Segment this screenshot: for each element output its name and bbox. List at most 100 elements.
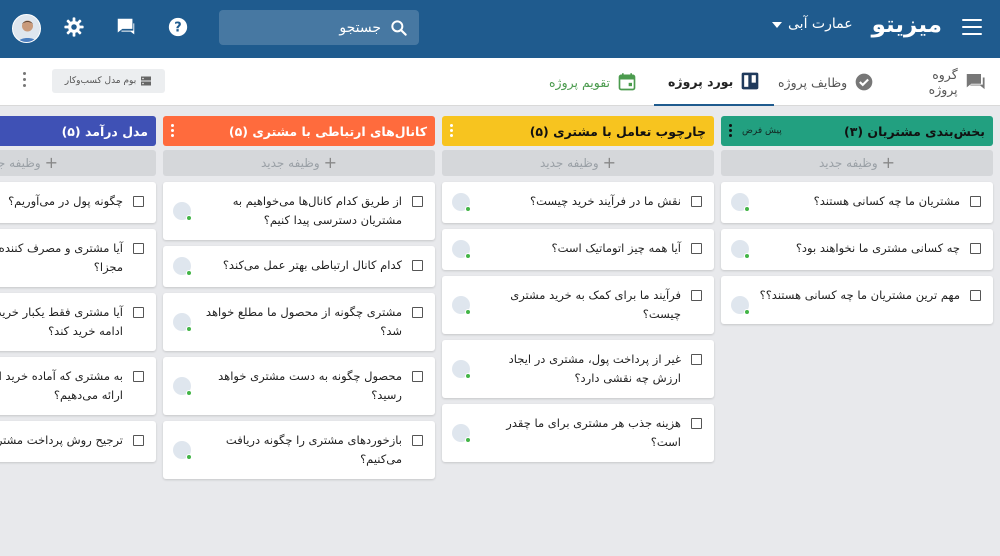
add-task-button[interactable]: +وظیفه جدید [442,150,714,176]
task-card[interactable]: هزینه جذب هر مشتری برای ما چقدر است؟ [442,404,714,462]
tab-label: بورد پروژه [668,73,734,89]
task-title: فرآیند ما برای کمک به خرید مشتری چیست؟ [510,288,681,321]
task-checkbox[interactable] [691,196,702,207]
column-header[interactable]: کانال‌های ارتباطی با مشتری (۵) [163,116,435,146]
plus-icon: + [44,153,59,172]
task-checkbox[interactable] [691,354,702,365]
task-checkbox[interactable] [970,290,981,301]
task-checkbox[interactable] [133,307,144,318]
column-menu-icon[interactable] [729,123,732,139]
column-menu-icon[interactable] [450,123,453,139]
task-card[interactable]: بازخوردهای مشتری را چگونه دریافت می‌کنیم… [163,421,435,479]
column-header[interactable]: بخش‌بندی مشتریان (۳) پیش فرض [721,116,993,146]
online-status-icon [465,309,471,315]
column-header[interactable]: مدل درآمد (۵) [0,116,156,146]
online-status-icon [465,206,471,212]
task-card[interactable]: آیا مشتری و مصرف کننده یکی هستند یا مجزا… [0,229,156,287]
search-box[interactable] [219,10,419,45]
assignee-avatar [452,193,471,212]
task-card[interactable]: کدام کانال ارتباطی بهتر عمل می‌کند؟ [163,246,435,287]
assignee-avatar [173,257,192,276]
task-card[interactable]: آیا همه چیز اتوماتیک است؟ [442,229,714,270]
add-task-button[interactable]: +وظیفه جدید [0,150,156,176]
online-status-icon [186,326,192,332]
task-card[interactable]: فرآیند ما برای کمک به خرید مشتری چیست؟ [442,276,714,334]
task-card[interactable]: آیا مشتری فقط یکبار خرید می‌کند یا در اد… [0,293,156,351]
calendar-icon [618,73,636,91]
plus-icon: + [602,153,617,172]
task-card[interactable]: ترجیح روش پرداخت مشتری [0,421,156,462]
assignee-avatar [452,296,471,315]
server-icon [141,76,152,86]
column-header[interactable]: چارچوب تعامل با مشتری (۵) [442,116,714,146]
help-icon[interactable]: ? [167,16,189,38]
add-task-label: وظیفه جدید [0,156,41,170]
task-checkbox[interactable] [133,435,144,446]
column-title: مدل درآمد (۵) [61,123,148,139]
task-checkbox[interactable] [412,196,423,207]
gear-icon[interactable] [63,16,85,38]
task-checkbox[interactable] [412,371,423,382]
task-checkbox[interactable] [133,371,144,382]
task-card[interactable]: مشتریان ما چه کسانی هستند؟ [721,182,993,223]
task-checkbox[interactable] [691,290,702,301]
add-task-button[interactable]: +وظیفه جدید [721,150,993,176]
top-bar: میزیتو عمارت آبی ? [0,0,1000,58]
task-card[interactable]: غیر از پرداخت پول، مشتری در ایجاد ارزش چ… [442,340,714,398]
plus-icon: + [323,153,338,172]
task-checkbox[interactable] [970,196,981,207]
add-task-label: وظیفه جدید [260,156,320,170]
add-task-button[interactable]: +وظیفه جدید [163,150,435,176]
task-checkbox[interactable] [970,243,981,254]
search-input[interactable] [241,19,381,36]
add-task-label: وظیفه جدید [818,156,878,170]
assignee-avatar [452,360,471,379]
task-card[interactable]: مشتری چگونه از محصول ما مطلع خواهد شد؟ [163,293,435,351]
board-column: مدل درآمد (۵) +وظیفه جدید چگونه پول در م… [0,116,156,462]
assignee-avatar [173,202,192,221]
business-model-label: بوم مدل کسب‌وکار [64,76,137,86]
task-card[interactable]: چگونه پول در می‌آوریم؟ [0,182,156,223]
tab-project-board[interactable]: بورد پروژه [654,58,775,106]
task-checkbox[interactable] [412,307,423,318]
project-select[interactable]: عمارت آبی [772,16,853,32]
task-checkbox[interactable] [412,260,423,271]
chat-icon[interactable] [115,16,137,38]
online-status-icon [186,215,192,221]
assignee-avatar [452,240,471,259]
task-card[interactable]: مهم ترین مشتریان ما چه کسانی هستند؟؟ [721,276,993,324]
task-checkbox[interactable] [691,418,702,429]
task-card[interactable]: به مشتری که آماده خرید است چه ارزشی ارائ… [0,357,156,415]
user-avatar[interactable] [12,14,41,43]
task-checkbox[interactable] [133,196,144,207]
task-checkbox[interactable] [412,435,423,446]
task-card[interactable]: از طریق کدام کانال‌ها می‌خواهیم به مشتری… [163,182,435,240]
column-menu-icon[interactable] [171,123,174,139]
online-status-icon [465,373,471,379]
search-icon [391,19,407,36]
task-card[interactable]: چه کسانی مشتری ما نخواهند بود؟ [721,229,993,270]
tab-label: گروه پروژه [928,67,958,97]
business-model-canvas-button[interactable]: بوم مدل کسب‌وکار [52,69,165,93]
task-card[interactable]: محصول چگونه به دست مشتری خواهد رسید؟ [163,357,435,415]
task-title: چگونه پول در می‌آوریم؟ [8,194,123,208]
task-checkbox[interactable] [691,243,702,254]
column-title: بخش‌بندی مشتریان (۳) [843,123,985,139]
tab-project-tasks[interactable]: وظایف پروژه [764,58,888,106]
assignee-avatar [452,424,471,443]
chat-icon [966,73,985,90]
task-card[interactable]: نقش ما در فرآیند خرید چیست؟ [442,182,714,223]
task-checkbox[interactable] [133,243,144,254]
assignee-avatar [173,313,192,332]
task-title: آیا مشتری و مصرف کننده یکی هستند یا مجزا… [0,241,123,274]
tab-project-calendar[interactable]: تقویم پروژه [535,58,651,106]
project-tabs: گروه پروژه وظایف پروژه بورد پروژه تقویم … [0,58,1000,106]
task-title: کدام کانال ارتباطی بهتر عمل می‌کند؟ [222,258,402,272]
tab-project-group[interactable]: گروه پروژه [887,58,1000,106]
more-options-icon[interactable] [23,72,26,90]
task-title: نقش ما در فرآیند خرید چیست؟ [530,194,681,208]
online-status-icon [744,206,750,212]
assignee-avatar [731,240,750,259]
menu-icon[interactable] [962,19,982,35]
board-icon [741,72,759,90]
